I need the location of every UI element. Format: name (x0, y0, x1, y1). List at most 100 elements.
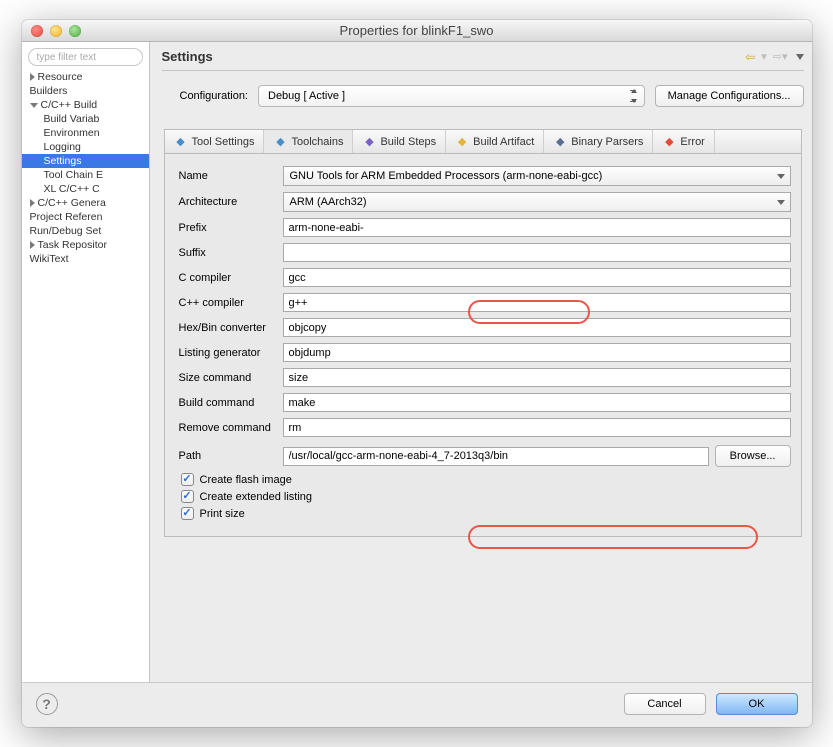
create-flash-checkbox[interactable]: ✓ (181, 473, 194, 486)
configuration-select[interactable]: Debug [ Active ] (258, 85, 645, 107)
sidebar-item-label: XL C/C++ C (44, 183, 100, 195)
build-command-input[interactable] (283, 393, 791, 412)
sidebar-item-label: Settings (44, 155, 82, 167)
filter-placeholder: type filter text (37, 52, 96, 63)
tab-label: Error (680, 136, 704, 148)
name-select[interactable]: GNU Tools for ARM Embedded Processors (a… (283, 166, 791, 186)
sidebar-item-label: Resource (38, 71, 83, 83)
filter-input[interactable]: type filter text (28, 48, 143, 66)
sidebar-item-label: Project Referen (30, 211, 103, 223)
create-listing-label: Create extended listing (200, 491, 313, 503)
sidebar-item-label: C/C++ Build (41, 99, 98, 111)
sidebar-item[interactable]: C/C++ Genera (22, 196, 149, 210)
error-parsers-icon: ◆ (662, 135, 676, 149)
path-input[interactable] (283, 447, 709, 466)
sidebar-item-label: Environmen (44, 127, 100, 139)
titlebar: Properties for blinkF1_swo (22, 20, 812, 42)
binary-parsers-icon: ◆ (553, 135, 567, 149)
suffix-input[interactable] (283, 243, 791, 262)
sidebar-item[interactable]: Settings (22, 154, 149, 168)
sidebar-item[interactable]: WikiText (22, 252, 149, 266)
sidebar-item-label: WikiText (30, 253, 69, 265)
tool-settings-icon: ◆ (174, 135, 188, 149)
properties-dialog: Properties for blinkF1_swo type filter t… (22, 20, 812, 727)
sidebar-item[interactable]: XL C/C++ C (22, 182, 149, 196)
listing-generator-label: Listing generator (179, 347, 277, 359)
window-title: Properties for blinkF1_swo (22, 23, 812, 38)
size-command-label: Size command (179, 372, 277, 384)
print-size-label: Print size (200, 508, 245, 520)
remove-command-label: Remove command (179, 422, 277, 434)
hex-converter-label: Hex/Bin converter (179, 322, 277, 334)
help-icon[interactable]: ? (36, 693, 58, 715)
hex-converter-input[interactable] (283, 318, 791, 337)
sidebar-item[interactable]: Environmen (22, 126, 149, 140)
tab-label: Build Artifact (473, 136, 534, 148)
tab[interactable]: ◆ Toolchains (264, 130, 353, 154)
create-listing-checkbox[interactable]: ✓ (181, 490, 194, 503)
dialog-footer: ? Cancel OK (22, 682, 812, 727)
sidebar-item-label: Build Variab (44, 113, 100, 125)
tab-bar: ◆ Tool Settings ◆ Toolchains ◆ Build Steps ◆ Bu… (164, 129, 802, 153)
remove-command-input[interactable] (283, 418, 791, 437)
main-panel: Settings ⇦▾ ⇨▾ Configuration: Debug [ Ac… (150, 42, 812, 682)
tab-label: Toolchains (291, 136, 343, 148)
sidebar-item-label: Run/Debug Set (30, 225, 102, 237)
name-label: Name (179, 170, 277, 182)
tab-label: Build Steps (380, 136, 436, 148)
cpp-compiler-label: C++ compiler (179, 297, 277, 309)
architecture-label: Architecture (179, 196, 277, 208)
configuration-label: Configuration: (180, 90, 249, 102)
build-steps-icon: ◆ (362, 135, 376, 149)
forward-icon[interactable]: ⇨▾ (773, 50, 788, 63)
sidebar-item[interactable]: Task Repositor (22, 238, 149, 252)
toolchains-icon: ◆ (273, 135, 287, 149)
sidebar-item[interactable]: Logging (22, 140, 149, 154)
sidebar-item-label: C/C++ Genera (38, 197, 106, 209)
c-compiler-label: C compiler (179, 272, 277, 284)
chevron-right-icon (30, 73, 35, 81)
sidebar-item[interactable]: Tool Chain E (22, 168, 149, 182)
browse-button[interactable]: Browse... (715, 445, 791, 467)
page-title: Settings (162, 49, 213, 64)
build-command-label: Build command (179, 397, 277, 409)
toolchain-form: Name GNU Tools for ARM Embedded Processo… (164, 153, 802, 537)
sidebar-item-label: Tool Chain E (44, 169, 104, 181)
tab[interactable]: ◆ Error (653, 130, 714, 153)
suffix-label: Suffix (179, 247, 277, 259)
create-flash-label: Create flash image (200, 474, 292, 486)
chevron-down-icon (30, 103, 38, 108)
tab-label: Tool Settings (192, 136, 255, 148)
listing-generator-input[interactable] (283, 343, 791, 362)
manage-configurations-button[interactable]: Manage Configurations... (655, 85, 804, 107)
architecture-select[interactable]: ARM (AArch32) (283, 192, 791, 212)
build-artifact-icon: ◆ (455, 135, 469, 149)
path-label: Path (179, 450, 277, 462)
nav-tree: Resource Builders C/C++ Build Build Variab E… (22, 70, 149, 266)
sidebar: type filter text Resource Builders C/C++ B… (22, 42, 150, 682)
sidebar-item[interactable]: Builders (22, 84, 149, 98)
tab[interactable]: ◆ Build Artifact (446, 130, 544, 153)
prefix-input[interactable] (283, 218, 791, 237)
sidebar-item[interactable]: Build Variab (22, 112, 149, 126)
sidebar-item[interactable]: C/C++ Build (22, 98, 149, 112)
cpp-compiler-input[interactable] (283, 293, 791, 312)
ok-button[interactable]: OK (716, 693, 798, 715)
tab[interactable]: ◆ Binary Parsers (544, 130, 653, 153)
chevron-right-icon (30, 241, 35, 249)
chevron-right-icon (30, 199, 35, 207)
tab[interactable]: ◆ Build Steps (353, 130, 446, 153)
print-size-checkbox[interactable]: ✓ (181, 507, 194, 520)
sidebar-item-label: Logging (44, 141, 81, 153)
sidebar-item[interactable]: Run/Debug Set (22, 224, 149, 238)
sidebar-item-label: Builders (30, 85, 68, 97)
tab[interactable]: ◆ Tool Settings (165, 130, 265, 153)
c-compiler-input[interactable] (283, 268, 791, 287)
tab-label: Binary Parsers (571, 136, 643, 148)
view-menu-icon[interactable] (796, 54, 804, 60)
sidebar-item[interactable]: Resource (22, 70, 149, 84)
size-command-input[interactable] (283, 368, 791, 387)
cancel-button[interactable]: Cancel (624, 693, 706, 715)
sidebar-item[interactable]: Project Referen (22, 210, 149, 224)
back-icon[interactable]: ⇦ (745, 50, 755, 64)
